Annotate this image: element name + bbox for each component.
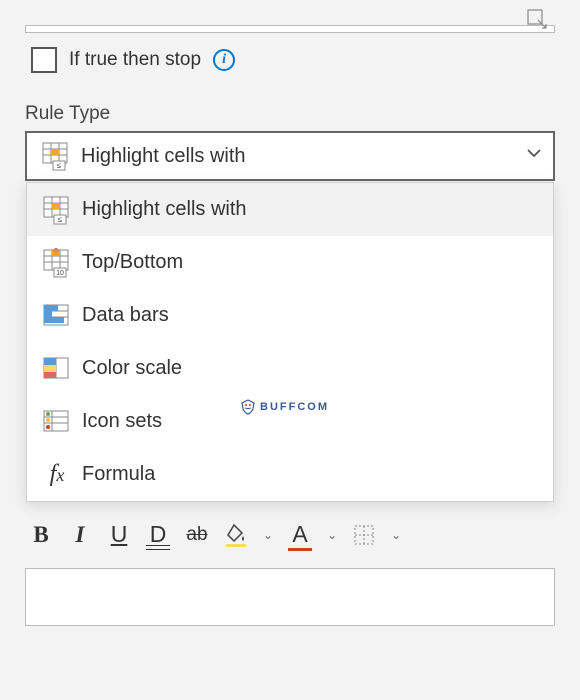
borders-chevron[interactable]: ⌄	[391, 528, 401, 542]
svg-text:≤: ≤	[57, 161, 62, 170]
rule-type-selected-text: Highlight cells with	[75, 145, 525, 168]
underline-button[interactable]: U	[107, 521, 131, 548]
rule-name-field[interactable]	[25, 25, 555, 33]
rule-type-dropdown: ≤ Highlight cells with	[26, 182, 554, 502]
icon-sets-icon	[38, 409, 76, 435]
option-label: Color scale	[76, 357, 182, 380]
double-underline-button[interactable]: D	[146, 521, 170, 548]
option-color-scale[interactable]: Color scale	[27, 342, 553, 395]
highlight-cells-icon: ≤	[38, 195, 76, 225]
option-top-bottom[interactable]: 10 Top/Bottom	[27, 236, 553, 289]
option-label: Formula	[76, 463, 155, 486]
bold-button[interactable]: B	[29, 522, 53, 548]
rule-type-label: Rule Type	[25, 103, 555, 125]
svg-text:10: 10	[56, 270, 64, 277]
option-label: Icon sets	[76, 410, 162, 433]
borders-button[interactable]	[352, 524, 376, 546]
rule-type-select[interactable]: ≤ Highlight cells with ≤	[25, 131, 555, 181]
option-highlight-cells[interactable]: ≤ Highlight cells with	[27, 183, 553, 236]
option-label: Data bars	[76, 304, 169, 327]
format-preview	[25, 568, 555, 626]
color-scale-icon	[38, 356, 76, 382]
option-formula[interactable]: fx Formula	[27, 448, 553, 501]
format-toolbar: B I U D ab ⌄ A ⌄ ⌄	[25, 521, 555, 548]
font-color-letter: A	[292, 521, 307, 548]
svg-text:≤: ≤	[58, 215, 63, 224]
if-true-stop-label: If true then stop	[69, 49, 201, 71]
italic-button[interactable]: I	[68, 522, 92, 548]
fill-color-button[interactable]	[224, 523, 248, 547]
field-icon	[526, 8, 548, 35]
strikethrough-button[interactable]: ab	[185, 524, 209, 546]
font-color-chevron[interactable]: ⌄	[327, 528, 337, 542]
formula-icon: fx	[38, 461, 76, 488]
option-label: Highlight cells with	[76, 198, 247, 221]
chevron-down-icon	[525, 144, 543, 168]
option-label: Top/Bottom	[76, 251, 183, 274]
option-data-bars[interactable]: Data bars	[27, 289, 553, 342]
watermark: BUFFCOM	[240, 399, 329, 415]
watermark-text: BUFFCOM	[260, 401, 329, 413]
fill-color-chevron[interactable]: ⌄	[263, 528, 273, 542]
font-color-button[interactable]: A	[288, 521, 312, 548]
info-icon[interactable]: i	[213, 49, 235, 71]
data-bars-icon	[38, 303, 76, 329]
top-bottom-icon: 10	[38, 248, 76, 278]
highlight-cells-icon: ≤	[37, 141, 75, 171]
if-true-stop-checkbox[interactable]	[31, 47, 57, 73]
